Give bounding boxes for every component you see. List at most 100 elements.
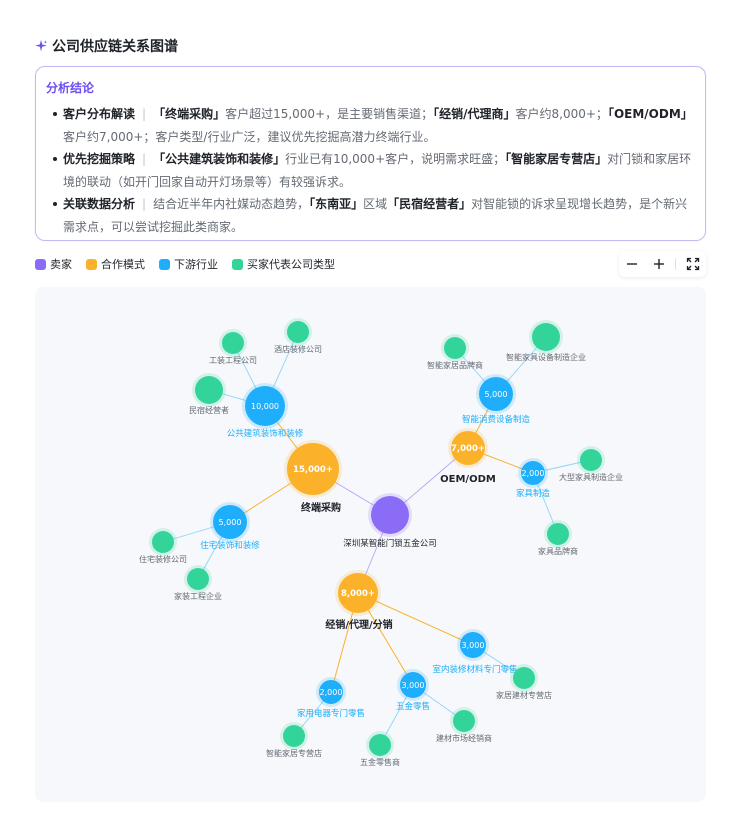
- node-value: 5,000: [485, 390, 508, 399]
- graph-node-industry[interactable]: 5,000 智能消费设备制造: [462, 374, 531, 425]
- node-circle: [222, 332, 244, 354]
- summary-text: 客户超过15,000+，是主要销售渠道；: [225, 107, 434, 121]
- summary-item-heading: 客户分布解读: [63, 107, 136, 121]
- graph-node-buyer[interactable]: 家装工程企业: [174, 565, 222, 601]
- node-label: 五金零售: [396, 701, 430, 712]
- highlight-text: 「智能家居专营店」: [505, 152, 608, 166]
- separator: |: [142, 152, 147, 166]
- node-value: 7,000+: [451, 444, 485, 454]
- summary-item-heading: 优先挖掘策略: [63, 152, 136, 166]
- legend-swatch: [159, 258, 170, 270]
- node-circle: [287, 321, 309, 343]
- node-label: 智能家居品牌商: [427, 360, 483, 370]
- graph-node-buyer[interactable]: 民宿经营者: [189, 373, 229, 415]
- node-label: 家用电器专门零售: [297, 708, 365, 719]
- graph-node-industry[interactable]: 3,000 五金零售: [396, 669, 430, 712]
- node-label: 室内装修材料专门零售: [432, 664, 517, 675]
- node-label: 智能消费设备制造: [462, 414, 531, 425]
- node-label: 终端采购: [301, 501, 341, 514]
- legend-swatch: [232, 258, 243, 270]
- node-circle: [453, 710, 475, 732]
- graph-node-industry[interactable]: 5,000 住宅装饰和装修: [200, 502, 260, 551]
- legend-label: 下游行业: [174, 258, 218, 271]
- summary-text: 客户约8,000+；: [515, 107, 608, 121]
- graph-node-mode[interactable]: 15,000+ 终端采购: [284, 440, 342, 514]
- sparkle-icon: [35, 39, 48, 52]
- highlight-text: 「东南亚」: [309, 197, 364, 211]
- graph-node-buyer[interactable]: 智能家具设备制造企业: [506, 320, 586, 362]
- graph-node-industry[interactable]: 3,000 室内装修材料专门零售: [432, 629, 518, 675]
- zoom-in-icon: [653, 259, 664, 269]
- graph-node-mode[interactable]: 7,000+ OEM/ODM: [440, 428, 496, 485]
- node-circle: [369, 734, 391, 756]
- graph-node-buyer[interactable]: 五金零售商: [360, 731, 400, 767]
- graph-node-buyer[interactable]: 工装工程公司: [209, 329, 257, 365]
- highlight-text: 「终端采购」: [153, 107, 226, 121]
- highlight-text: 「民宿经营者」: [387, 197, 472, 211]
- node-label: 住宅装饰和装修: [200, 540, 260, 551]
- zoom-out-button[interactable]: [622, 254, 642, 274]
- graph-node-industry[interactable]: 2,000 家具制造: [516, 458, 551, 499]
- graph-node-buyer[interactable]: 酒店装修公司: [274, 318, 322, 354]
- node-label: 家具品牌商: [538, 546, 578, 556]
- graph-node-buyer[interactable]: 住宅装修公司: [139, 528, 187, 564]
- graph-node-industry[interactable]: 2,000 家用电器专门零售: [297, 677, 365, 719]
- graph-node-buyer[interactable]: 家具品牌商: [538, 520, 578, 556]
- legend-item[interactable]: 买家代表公司类型: [232, 256, 335, 272]
- graph-canvas: 深圳某智能门锁五金公司 15,000+ 终端采购 7,000+ OEM/ODM 8,000…: [139, 318, 623, 767]
- separator: |: [142, 107, 147, 121]
- node-circle: [532, 323, 560, 351]
- summary-item: 关联数据分析 | 结合近半年内社媒动态趋势，「东南亚」区域「民宿经营者」对智能锁的诉…: [46, 193, 695, 238]
- node-value: 10,000: [251, 402, 279, 411]
- supply-chain-graph[interactable]: 深圳某智能门锁五金公司 15,000+ 终端采购 7,000+ OEM/ODM 8,000…: [35, 287, 706, 802]
- summary-text: 结合近半年内社媒动态趋势，: [153, 197, 310, 211]
- node-circle: [513, 667, 535, 689]
- summary-text: 区域: [363, 197, 388, 211]
- toolbar-divider: [675, 258, 677, 270]
- node-label: OEM/ODM: [440, 474, 496, 485]
- graph-node-buyer[interactable]: 智能家居品牌商: [427, 334, 483, 370]
- legend-swatch: [35, 258, 46, 270]
- legend-item[interactable]: 下游行业: [159, 256, 218, 272]
- node-circle: [371, 496, 409, 534]
- summary-title: 分析结论: [46, 81, 95, 95]
- legend-item[interactable]: 合作模式: [86, 256, 145, 272]
- highlight-text: 「公共建筑装饰和装修」: [153, 152, 286, 166]
- summary-text: 行业已有10,000+客户，说明需求旺盛；: [285, 152, 506, 166]
- node-circle: [547, 523, 569, 545]
- summary-text: 客户约7,000+；客户类型/行业广泛，建议优先挖掘高潜力终端行业。: [63, 129, 436, 144]
- node-value: 8,000+: [341, 589, 375, 599]
- legend-label: 合作模式: [101, 258, 145, 271]
- legend-label: 买家代表公司类型: [247, 258, 335, 271]
- node-label: 家居建材专营店: [496, 690, 552, 700]
- node-label: 智能家居专营店: [266, 748, 322, 758]
- fullscreen-button[interactable]: [683, 254, 703, 274]
- node-circle: [444, 337, 466, 359]
- summary-item: 优先挖掘策略 | 「公共建筑装饰和装修」行业已有10,000+客户，说明需求旺盛；「…: [46, 148, 695, 193]
- zoom-in-button[interactable]: [649, 254, 669, 274]
- node-circle: [580, 449, 602, 471]
- node-label: 住宅装修公司: [139, 554, 187, 564]
- node-label: 深圳某智能门锁五金公司: [343, 538, 437, 549]
- highlight-text: 「经销/代理商」: [433, 107, 516, 121]
- fullscreen-icon: [686, 257, 699, 271]
- node-circle: [283, 725, 305, 747]
- node-value: 2,000: [320, 688, 343, 697]
- graph-node-buyer[interactable]: 建材市场经销商: [436, 707, 492, 743]
- page-title: 公司供应链关系图谱: [52, 39, 178, 55]
- graph-node-mode[interactable]: 8,000+ 经销/代理/分销: [325, 570, 393, 631]
- node-value: 15,000+: [293, 465, 333, 475]
- legend-item[interactable]: 卖家: [35, 256, 72, 272]
- node-value: 2,000: [522, 469, 545, 478]
- graph-node-buyer[interactable]: 大型家具制造企业: [559, 446, 623, 482]
- separator: |: [142, 197, 147, 211]
- summary-list: 客户分布解读 | 「终端采购」客户超过15,000+，是主要销售渠道；「经销/代理商…: [46, 103, 695, 238]
- highlight-text: 「OEM/ODM」: [607, 107, 693, 121]
- legend-label: 卖家: [50, 258, 72, 271]
- node-label: 五金零售商: [360, 757, 400, 767]
- graph-node-industry[interactable]: 10,000 公共建筑装饰和装修: [227, 383, 304, 439]
- node-circle: [187, 568, 209, 590]
- graph-node-buyer[interactable]: 智能家居专营店: [266, 722, 322, 758]
- summary-item: 客户分布解读 | 「终端采购」客户超过15,000+，是主要销售渠道；「经销/代理商…: [46, 103, 695, 148]
- graph-node-seller[interactable]: 深圳某智能门锁五金公司: [343, 493, 437, 549]
